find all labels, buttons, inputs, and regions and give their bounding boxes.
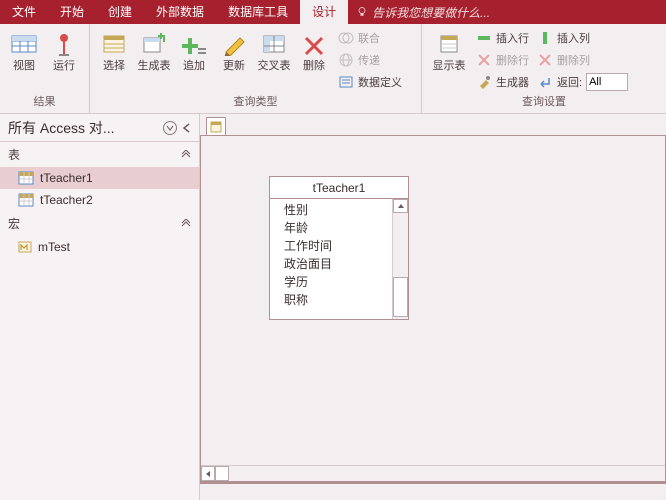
insert-col-button[interactable]: 插入列 — [537, 28, 628, 48]
delete-row-button[interactable]: 删除行 — [476, 50, 529, 70]
append-button[interactable]: 追加 — [174, 26, 214, 76]
tell-me-search[interactable]: 告诉我您想要做什么... — [348, 4, 498, 21]
tab-home[interactable]: 开始 — [48, 0, 96, 24]
field-list-scrollbar[interactable] — [392, 199, 408, 319]
delete-col-button[interactable]: 删除列 — [537, 50, 628, 70]
ribbon: 视图 运行 结果 选择 生成表 追加 更新 — [0, 24, 666, 114]
run-icon — [50, 30, 78, 58]
ribbon-group-query-type: 选择 生成表 追加 更新 交叉表 删除 — [90, 24, 422, 113]
query-design-canvas: tTeacher1 性别 年龄 工作时间 政治面目 学历 职称 — [200, 114, 666, 500]
table-box-title: tTeacher1 — [270, 177, 408, 199]
union-icon — [338, 30, 354, 46]
canvas-tabstrip — [200, 114, 666, 136]
return-control: 返回: — [537, 72, 628, 92]
query-icon — [209, 120, 223, 134]
main-area: 所有 Access 对... 表 tTeacher1 tTeacher2 宏 m… — [0, 114, 666, 500]
ribbon-group-results: 视图 运行 结果 — [0, 24, 90, 113]
field-item[interactable]: 性别 — [284, 201, 408, 219]
tab-file[interactable]: 文件 — [0, 0, 48, 24]
design-hscroll[interactable] — [201, 465, 665, 481]
crosstab-button[interactable]: 交叉表 — [254, 26, 294, 76]
nav-item-mtest[interactable]: mTest — [0, 236, 199, 258]
show-table-button[interactable]: 显示表 — [426, 26, 472, 76]
run-button[interactable]: 运行 — [44, 26, 84, 76]
scroll-left-icon[interactable] — [201, 466, 215, 481]
ribbon-group-query-setup: 显示表 插入行 删除行 生成器 插入列 — [422, 24, 666, 113]
tab-create[interactable]: 创建 — [96, 0, 144, 24]
nav-item-tteacher1[interactable]: tTeacher1 — [0, 167, 199, 189]
field-item[interactable]: 年龄 — [284, 219, 408, 237]
data-def-icon — [338, 74, 354, 90]
select-query-button[interactable]: 选择 — [94, 26, 134, 76]
nav-collapse-icon[interactable] — [181, 122, 193, 134]
insert-col-icon — [537, 30, 553, 46]
append-icon — [180, 30, 208, 58]
table-icon — [18, 193, 34, 207]
return-icon — [537, 74, 553, 90]
passthrough-button[interactable]: 传递 — [338, 50, 402, 70]
scroll-right-icon[interactable] — [215, 466, 229, 481]
delete-col-icon — [537, 52, 553, 68]
query-tab[interactable] — [206, 117, 226, 135]
insert-row-button[interactable]: 插入行 — [476, 28, 529, 48]
group-label-query-type: 查询类型 — [94, 95, 417, 113]
chevron-up-icon — [181, 219, 191, 229]
update-icon — [220, 30, 248, 58]
query-grid-pane[interactable] — [200, 482, 666, 500]
datasheet-icon — [10, 30, 38, 58]
navigation-pane: 所有 Access 对... 表 tTeacher1 tTeacher2 宏 m… — [0, 114, 200, 500]
select-icon — [100, 30, 128, 58]
tell-me-text: 告诉我您想要做什么... — [372, 4, 490, 21]
data-definition-button[interactable]: 数据定义 — [338, 72, 402, 92]
table-icon — [18, 171, 34, 185]
insert-row-icon — [476, 30, 492, 46]
nav-section-macros[interactable]: 宏 — [0, 211, 199, 236]
update-button[interactable]: 更新 — [214, 26, 254, 76]
scroll-thumb[interactable] — [393, 277, 408, 317]
delete-query-button[interactable]: 删除 — [294, 26, 334, 76]
tab-external-data[interactable]: 外部数据 — [144, 0, 216, 24]
design-surface[interactable]: tTeacher1 性别 年龄 工作时间 政治面目 学历 职称 — [200, 136, 666, 482]
menubar: 文件 开始 创建 外部数据 数据库工具 设计 告诉我您想要做什么... — [0, 0, 666, 24]
chevron-up-icon — [181, 150, 191, 160]
return-select[interactable] — [586, 73, 628, 91]
scroll-up-icon[interactable] — [393, 199, 408, 213]
group-label-results: 结果 — [4, 95, 85, 113]
field-item[interactable]: 学历 — [284, 273, 408, 291]
nav-dropdown-icon[interactable] — [163, 121, 177, 135]
bulb-icon — [356, 6, 368, 18]
table-field-list[interactable]: tTeacher1 性别 年龄 工作时间 政治面目 学历 职称 — [269, 176, 409, 320]
nav-item-tteacher2[interactable]: tTeacher2 — [0, 189, 199, 211]
nav-section-tables[interactable]: 表 — [0, 142, 199, 167]
field-item[interactable]: 职称 — [284, 291, 408, 309]
tab-design[interactable]: 设计 — [300, 0, 348, 24]
delete-row-icon — [476, 52, 492, 68]
union-button[interactable]: 联合 — [338, 28, 402, 48]
crosstab-icon — [260, 30, 288, 58]
macro-icon — [18, 240, 32, 254]
delete-icon — [300, 30, 328, 58]
make-table-icon — [140, 30, 168, 58]
nav-title: 所有 Access 对... — [8, 118, 115, 138]
globe-icon — [338, 52, 354, 68]
view-button[interactable]: 视图 — [4, 26, 44, 76]
field-item[interactable]: 工作时间 — [284, 237, 408, 255]
tab-database-tools[interactable]: 数据库工具 — [216, 0, 300, 24]
nav-header[interactable]: 所有 Access 对... — [0, 114, 199, 142]
show-table-icon — [435, 30, 463, 58]
builder-button[interactable]: 生成器 — [476, 72, 529, 92]
group-label-query-setup: 查询设置 — [426, 95, 662, 113]
make-table-button[interactable]: 生成表 — [134, 26, 174, 76]
builder-icon — [476, 74, 492, 90]
field-item[interactable]: 政治面目 — [284, 255, 408, 273]
